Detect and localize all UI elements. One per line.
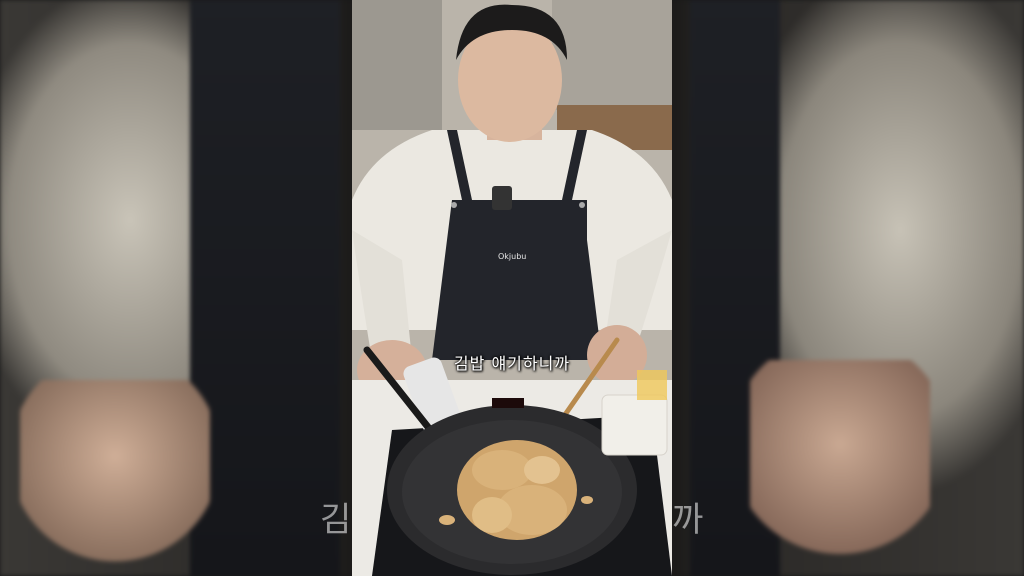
lapel-mic [492, 186, 512, 210]
apron-rivet-left [451, 202, 457, 208]
blurred-caption-right: 까 [672, 500, 704, 540]
video-frame[interactable]: Okjubu 김밥 얘기하니까 [352, 0, 672, 576]
stove-display [492, 398, 524, 408]
apron-logo: Okjubu [498, 252, 527, 261]
apron-body [452, 200, 587, 360]
yellow-ingredient [637, 370, 667, 400]
apron-rivet-right [579, 202, 585, 208]
blurred-hand-left [20, 380, 210, 570]
blurred-hand-right [750, 360, 930, 570]
hood-left [352, 0, 442, 130]
scene-illustration [352, 0, 672, 576]
video-caption: 김밥 얘기하니까 [453, 354, 571, 373]
container [601, 394, 668, 456]
blurred-apron-left [190, 0, 340, 576]
hood-right [552, 0, 672, 110]
blurred-caption-left: 김 [320, 500, 352, 540]
